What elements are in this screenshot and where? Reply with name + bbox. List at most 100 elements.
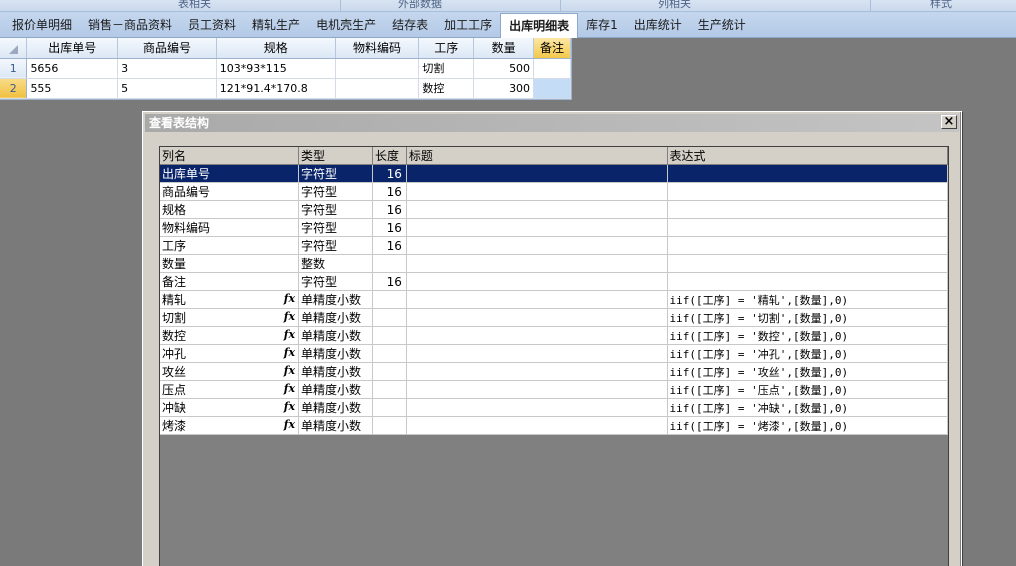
- table-row[interactable]: 1 5656 3 103*93*115 切割 500: [0, 58, 571, 79]
- field-length-cell[interactable]: [372, 290, 407, 309]
- field-type-cell[interactable]: 单精度小数: [298, 398, 373, 417]
- field-expression-cell[interactable]: iif([工序] = '攻丝',[数量],0): [667, 362, 949, 381]
- tab-sales-product[interactable]: 销售－商品资料: [80, 13, 180, 37]
- field-length-cell[interactable]: 16: [372, 236, 407, 255]
- field-caption-cell[interactable]: [406, 236, 668, 255]
- field-type-cell[interactable]: 字符型: [298, 164, 373, 183]
- field-name-cell[interactable]: 工序: [160, 236, 300, 255]
- field-type-cell[interactable]: 单精度小数: [298, 308, 373, 327]
- field-name-cell[interactable]: 数量: [160, 254, 300, 273]
- table-row[interactable]: 工序 字符型 16: [160, 236, 949, 255]
- field-expression-cell[interactable]: [667, 236, 949, 255]
- field-expression-cell[interactable]: [667, 164, 949, 183]
- field-caption-cell[interactable]: [406, 362, 668, 381]
- col-header-expression[interactable]: 表达式: [667, 147, 949, 165]
- field-type-cell[interactable]: 字符型: [298, 218, 373, 237]
- field-type-cell[interactable]: 单精度小数: [298, 344, 373, 363]
- col-header-product-no[interactable]: 商品编号: [117, 38, 217, 59]
- field-length-cell[interactable]: [372, 308, 407, 327]
- grid-cell[interactable]: 103*93*115: [216, 58, 336, 79]
- field-type-cell[interactable]: 单精度小数: [298, 380, 373, 399]
- grid-cell[interactable]: 数控: [418, 78, 475, 99]
- col-header-quantity[interactable]: 数量: [473, 38, 535, 59]
- field-name-cell[interactable]: 商品编号: [160, 182, 300, 201]
- field-caption-cell[interactable]: [406, 254, 668, 273]
- field-expression-cell[interactable]: [667, 182, 949, 201]
- field-length-cell[interactable]: 16: [372, 182, 407, 201]
- field-name-cell[interactable]: 精轧 fx: [160, 290, 300, 309]
- col-header-outbound-no[interactable]: 出库单号: [26, 38, 119, 59]
- grid-cell[interactable]: 300: [473, 78, 535, 99]
- tab-motor-housing[interactable]: 电机壳生产: [308, 13, 384, 37]
- field-name-cell[interactable]: 备注: [160, 272, 300, 291]
- table-row[interactable]: 数量 整数: [160, 254, 949, 273]
- field-caption-cell[interactable]: [406, 218, 668, 237]
- tab-employee[interactable]: 员工资料: [180, 13, 244, 37]
- col-header-spec[interactable]: 规格: [216, 38, 336, 59]
- field-expression-cell[interactable]: iif([工序] = '数控',[数量],0): [667, 326, 949, 345]
- row-number[interactable]: 2: [0, 78, 28, 99]
- table-row[interactable]: 烤漆 fx 单精度小数 iif([工序] = '烤漆',[数量],0): [160, 416, 949, 435]
- field-caption-cell[interactable]: [406, 308, 668, 327]
- table-row[interactable]: 2 555 5 121*91.4*170.8 数控 300: [0, 78, 571, 99]
- field-expression-cell[interactable]: iif([工序] = '精轧',[数量],0): [667, 290, 949, 309]
- field-expression-cell[interactable]: [667, 254, 949, 273]
- field-type-cell[interactable]: 单精度小数: [298, 416, 373, 435]
- active-cell[interactable]: [533, 78, 571, 99]
- col-header-length[interactable]: 长度: [372, 147, 407, 165]
- field-length-cell[interactable]: 16: [372, 218, 407, 237]
- field-caption-cell[interactable]: [406, 182, 668, 201]
- field-type-cell[interactable]: 字符型: [298, 200, 373, 219]
- grid-cell[interactable]: [533, 58, 571, 79]
- field-length-cell[interactable]: [372, 398, 407, 417]
- field-type-cell[interactable]: 单精度小数: [298, 290, 373, 309]
- field-caption-cell[interactable]: [406, 272, 668, 291]
- table-row[interactable]: 切割 fx 单精度小数 iif([工序] = '切割',[数量],0): [160, 308, 949, 327]
- field-name-cell[interactable]: 冲缺 fx: [160, 398, 300, 417]
- col-header-type[interactable]: 类型: [298, 147, 373, 165]
- tab-balance[interactable]: 结存表: [384, 13, 436, 37]
- field-caption-cell[interactable]: [406, 344, 668, 363]
- col-header-note[interactable]: 备注: [533, 38, 571, 59]
- tab-outbound-detail[interactable]: 出库明细表: [500, 13, 579, 38]
- field-expression-cell[interactable]: [667, 200, 949, 219]
- field-name-cell[interactable]: 压点 fx: [160, 380, 300, 399]
- close-icon[interactable]: ×: [941, 115, 957, 129]
- col-header-material-code[interactable]: 物料编码: [335, 38, 420, 59]
- grid-cell[interactable]: 121*91.4*170.8: [216, 78, 336, 99]
- field-caption-cell[interactable]: [406, 164, 668, 183]
- field-length-cell[interactable]: [372, 254, 407, 273]
- table-row[interactable]: 攻丝 fx 单精度小数 iif([工序] = '攻丝',[数量],0): [160, 362, 949, 381]
- grid-cell[interactable]: 切割: [418, 58, 475, 79]
- field-expression-cell[interactable]: iif([工序] = '压点',[数量],0): [667, 380, 949, 399]
- field-type-cell[interactable]: 字符型: [298, 272, 373, 291]
- field-length-cell[interactable]: [372, 362, 407, 381]
- field-name-cell[interactable]: 攻丝 fx: [160, 362, 300, 381]
- table-row[interactable]: 压点 fx 单精度小数 iif([工序] = '压点',[数量],0): [160, 380, 949, 399]
- field-name-cell[interactable]: 切割 fx: [160, 308, 300, 327]
- table-row[interactable]: 出库单号 字符型 16: [160, 164, 949, 183]
- field-length-cell[interactable]: 16: [372, 164, 407, 183]
- field-type-cell[interactable]: 单精度小数: [298, 362, 373, 381]
- field-type-cell[interactable]: 整数: [298, 254, 373, 273]
- field-name-cell[interactable]: 烤漆 fx: [160, 416, 300, 435]
- field-expression-cell[interactable]: iif([工序] = '冲孔',[数量],0): [667, 344, 949, 363]
- grid-cell[interactable]: 500: [473, 58, 535, 79]
- select-all-corner[interactable]: [0, 38, 28, 59]
- field-caption-cell[interactable]: [406, 200, 668, 219]
- field-name-cell[interactable]: 数控 fx: [160, 326, 300, 345]
- col-header-caption[interactable]: 标题: [406, 147, 668, 165]
- table-row[interactable]: 物料编码 字符型 16: [160, 218, 949, 237]
- tab-quote-detail[interactable]: 报价单明细: [4, 13, 80, 37]
- col-header-process[interactable]: 工序: [418, 38, 475, 59]
- table-row[interactable]: 数控 fx 单精度小数 iif([工序] = '数控',[数量],0): [160, 326, 949, 345]
- field-caption-cell[interactable]: [406, 326, 668, 345]
- field-expression-cell[interactable]: [667, 272, 949, 291]
- grid-cell[interactable]: [335, 78, 420, 99]
- field-name-cell[interactable]: 规格: [160, 200, 300, 219]
- field-caption-cell[interactable]: [406, 290, 668, 309]
- table-row[interactable]: 精轧 fx 单精度小数 iif([工序] = '精轧',[数量],0): [160, 290, 949, 309]
- grid-cell[interactable]: [335, 58, 420, 79]
- field-caption-cell[interactable]: [406, 398, 668, 417]
- table-row[interactable]: 冲缺 fx 单精度小数 iif([工序] = '冲缺',[数量],0): [160, 398, 949, 417]
